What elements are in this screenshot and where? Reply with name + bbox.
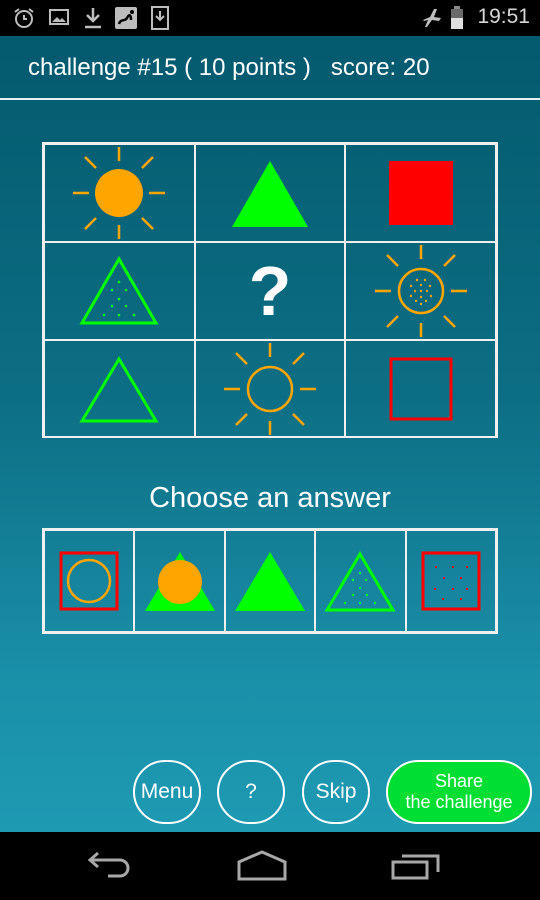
skip-button[interactable]: Skip <box>302 760 370 824</box>
share-button-line2: the challenge <box>405 792 513 812</box>
puzzle-cell-missing: ? <box>194 242 346 340</box>
triangle-dotted-icon <box>324 551 397 612</box>
triangle-outline-icon <box>79 356 159 423</box>
recent-apps-icon[interactable] <box>390 850 442 882</box>
sun-outline-icon <box>223 343 316 435</box>
question-mark: ? <box>248 252 292 330</box>
square-outline-icon <box>389 357 453 421</box>
puzzle-cell-sun-dotted <box>345 242 496 340</box>
puzzle-cell-sun-outline <box>194 340 346 438</box>
circle-on-triangle-icon <box>144 552 215 611</box>
puzzle-grid: ? <box>42 142 498 438</box>
circle-in-square-icon <box>59 551 119 611</box>
alarm-clock-icon <box>14 8 34 28</box>
answer-options <box>42 528 498 634</box>
battery-icon <box>451 6 463 29</box>
challenge-title: challenge #15 ( 10 points ) score: 20 <box>28 54 430 81</box>
navigation-bar <box>0 832 540 900</box>
share-challenge-button[interactable]: Share the challenge <box>386 760 532 824</box>
sun-dotted-icon <box>374 245 467 337</box>
puzzle-cell-triangle-outline <box>44 340 195 438</box>
home-icon[interactable] <box>236 850 288 882</box>
square-dotted-icon <box>421 551 481 611</box>
game-screen: challenge #15 ( 10 points ) score: 20 ? … <box>0 36 540 832</box>
answer-option-1[interactable] <box>44 530 135 632</box>
puzzle-cell-sun-filled <box>44 144 195 242</box>
airplane-mode-icon <box>423 9 441 27</box>
menu-button[interactable]: Menu <box>133 760 201 824</box>
puzzle-cell-square-filled <box>345 144 496 242</box>
header: challenge #15 ( 10 points ) score: 20 <box>0 36 540 100</box>
help-button[interactable]: ? <box>217 760 285 824</box>
answer-option-5[interactable] <box>405 530 496 632</box>
answer-option-2[interactable] <box>134 530 225 632</box>
triangle-dotted-icon <box>79 256 159 325</box>
clock: 19:51 <box>477 5 530 28</box>
back-icon[interactable] <box>86 850 138 882</box>
download-box-icon <box>151 6 169 30</box>
download-icon <box>85 8 101 29</box>
status-bar: 19:51 <box>0 0 540 36</box>
triangle-filled-icon <box>234 552 305 611</box>
app-notification-icon <box>115 7 137 29</box>
puzzle-cell-square-outline <box>345 340 496 438</box>
sun-filled-icon <box>73 147 166 239</box>
square-filled-icon <box>388 161 453 225</box>
puzzle-cell-triangle-dotted <box>44 242 195 340</box>
triangle-filled-icon <box>231 161 308 227</box>
image-icon <box>49 9 69 25</box>
answer-option-3[interactable] <box>224 530 316 632</box>
share-button-line1: Share <box>434 771 484 791</box>
answer-option-4[interactable] <box>315 530 406 632</box>
choose-answer-label: Choose an answer <box>149 482 391 514</box>
puzzle-cell-triangle-filled <box>194 144 346 242</box>
